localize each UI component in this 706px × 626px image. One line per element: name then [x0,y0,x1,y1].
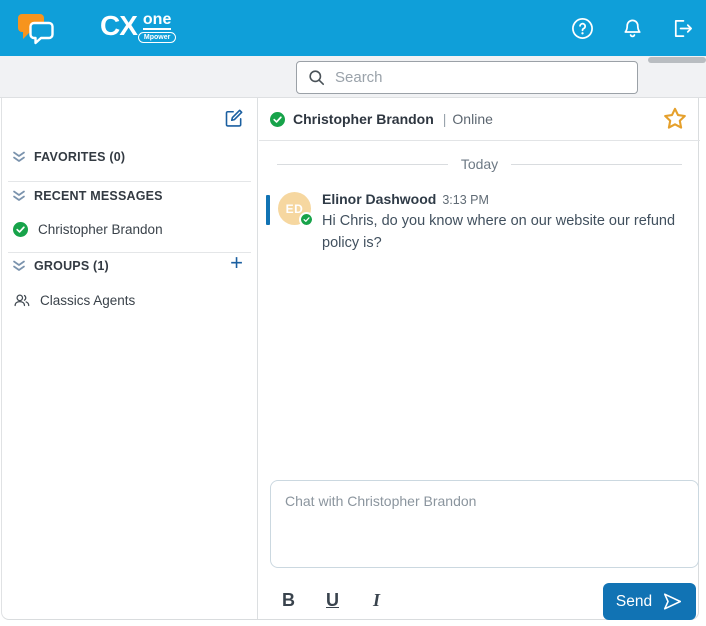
sidebar-item-classics-agents[interactable]: Classics Agents [2,285,257,315]
contact-name: Christopher Brandon [38,221,163,237]
top-header: CX one Mpower [0,0,706,56]
send-button-label: Send [615,592,653,610]
online-status-icon [13,221,28,237]
sidebar-section-recent-messages[interactable]: RECENT MESSAGES [2,185,257,207]
chevron-double-down-icon [13,260,25,271]
group-name: Classics Agents [40,292,136,308]
groups-label: GROUPS (1) [34,259,109,273]
chevron-double-down-icon [13,151,25,162]
horizontal-scrollbar[interactable] [648,57,706,63]
help-icon[interactable] [570,16,594,40]
sidebar-divider [8,252,251,253]
online-status-icon [270,111,285,127]
message-time: 3:13 PM [442,193,489,207]
bold-button[interactable]: B [275,585,302,615]
people-icon [14,294,30,307]
sidebar: FAVORITES (0) RECENT MESSAGES Christophe… [2,98,258,619]
sidebar-section-groups[interactable]: GROUPS (1) + [2,252,257,277]
logo-cx-text: CX [100,10,138,41]
compose-icon[interactable] [224,108,244,128]
sidebar-section-favorites[interactable]: FAVORITES (0) [2,146,257,168]
search-box[interactable] [296,61,638,94]
sidebar-divider [8,181,251,182]
chevron-double-down-icon [13,190,25,201]
avatar: ED [278,192,314,227]
format-toolbar: B U I [275,585,390,615]
underline-button[interactable]: U [319,585,346,615]
bell-icon[interactable] [620,16,644,40]
send-icon [664,593,682,610]
main-panel: FAVORITES (0) RECENT MESSAGES Christophe… [1,98,700,620]
chat-header: Christopher Brandon | Online [259,98,700,141]
message-input[interactable] [271,481,698,567]
divider-line [277,163,448,165]
separator: | [442,111,447,127]
unread-indicator-bar [266,195,270,225]
favorites-label: FAVORITES (0) [34,150,126,164]
online-status-icon [299,212,314,227]
logo-mpower-badge: Mpower [137,32,177,43]
message-composer [270,480,699,568]
chat-bubbles-logo [14,6,60,52]
message-text: Hi Chris, do you know where on our websi… [322,213,676,251]
chat-contact-status: Online [452,111,493,127]
cxone-logo: CX one Mpower [100,10,177,43]
search-icon [309,70,325,86]
logout-icon[interactable] [670,16,694,40]
send-button[interactable]: Send [603,583,696,620]
add-group-button[interactable]: + [230,252,243,274]
chat-contact-name: Christopher Brandon [293,111,434,127]
search-input[interactable] [335,69,627,86]
chat-panel: Christopher Brandon | Online Today ED El… [259,98,700,620]
italic-button[interactable]: I [363,585,390,615]
search-strip [0,56,706,98]
date-divider-label: Today [460,156,499,172]
logo-one-text: one [142,11,172,30]
sidebar-item-christopher-brandon[interactable]: Christopher Brandon [2,214,257,244]
divider-line [511,163,683,165]
star-icon[interactable] [662,106,688,132]
date-divider: Today [259,156,700,172]
recent-messages-label: RECENT MESSAGES [34,189,163,203]
message-sender: Elinor Dashwood [322,191,437,207]
